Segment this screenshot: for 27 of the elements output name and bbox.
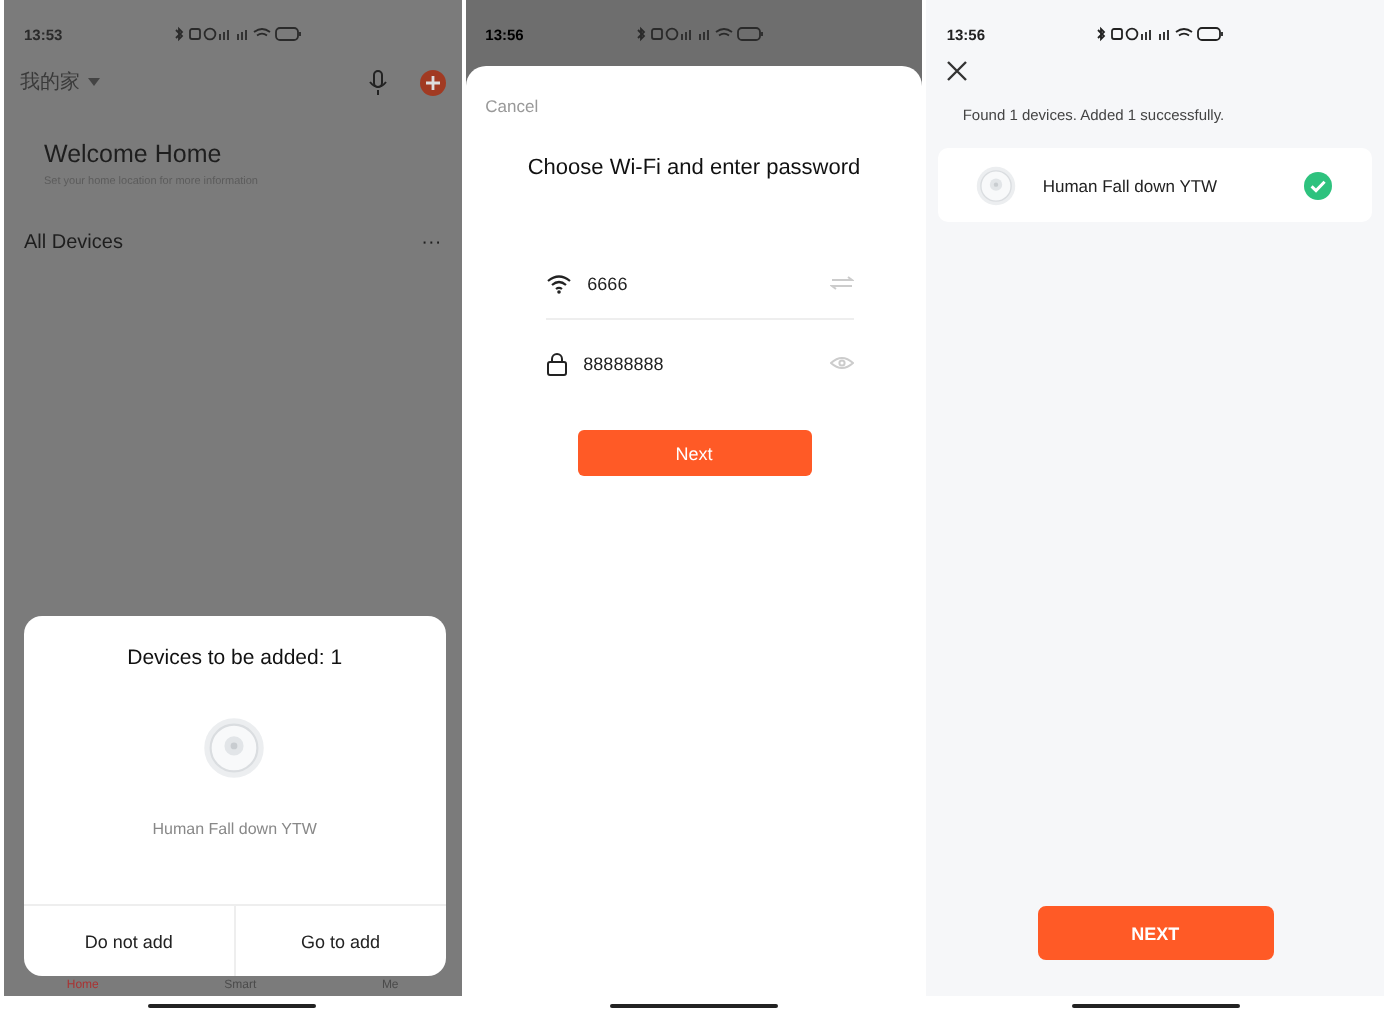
status-icons-drawing xyxy=(635,26,764,42)
sensor-device-icon xyxy=(974,163,1019,207)
dialog-title: Devices to be added: 1 xyxy=(127,644,343,670)
dialog-button[interactable]: Do not add xyxy=(24,906,234,976)
add-icon[interactable] xyxy=(419,69,446,95)
switch-icon[interactable] xyxy=(830,276,855,290)
wifi-name-field[interactable]: 6666 xyxy=(587,273,628,293)
caret-icon[interactable] xyxy=(88,78,100,86)
section-title: All Devices xyxy=(24,232,123,254)
lock-icon xyxy=(545,351,568,375)
device-name: Human Fall down YTW xyxy=(1042,175,1218,195)
wifi-icon xyxy=(545,273,572,293)
dialog-button[interactable]: Go to add xyxy=(233,906,446,976)
welcome-title: Welcome Home xyxy=(42,138,224,168)
device-name: Human Fall down YTW xyxy=(152,818,317,838)
status-icons-drawing xyxy=(1096,26,1225,42)
sensor-device-icon xyxy=(200,714,269,782)
next-button[interactable]: NEXT xyxy=(1037,906,1274,960)
next-button[interactable]: Next xyxy=(577,430,811,476)
password-field[interactable]: 88888888 xyxy=(583,353,664,373)
sheet-title: Choose Wi-Fi and enter password xyxy=(525,154,863,180)
cancel-link[interactable]: Cancel xyxy=(485,96,539,116)
home-name[interactable]: 我的家 xyxy=(20,68,80,96)
close-icon[interactable] xyxy=(946,60,969,82)
status-icons-drawing xyxy=(173,26,302,42)
microphone-icon[interactable] xyxy=(367,69,388,95)
more-button[interactable]: ··· xyxy=(421,232,442,254)
